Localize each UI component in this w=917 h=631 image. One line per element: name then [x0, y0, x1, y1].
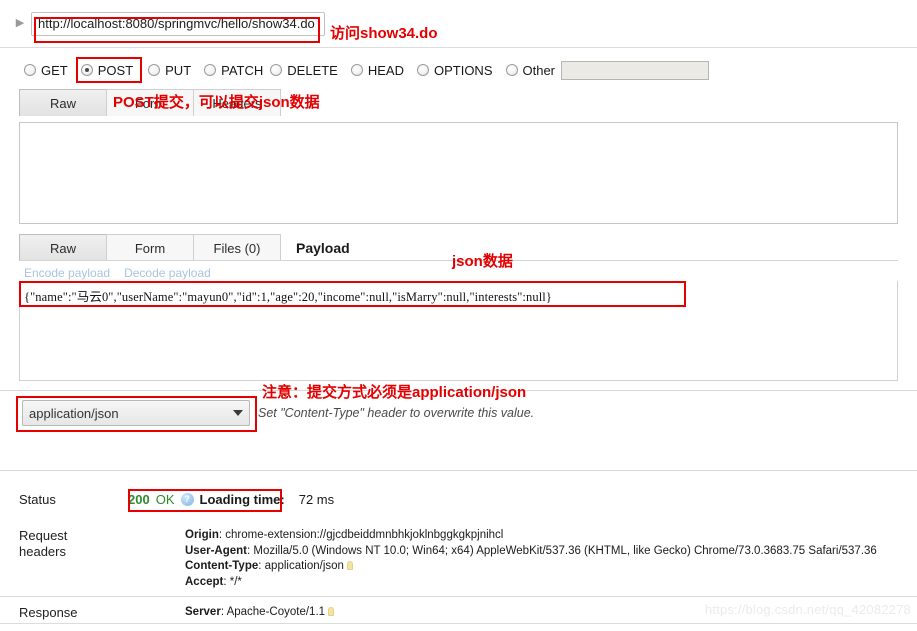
radio-icon: [350, 64, 363, 76]
annotation-content-type-note: 注意：提交方式必须是application/json: [262, 384, 527, 401]
annotation-json-note: json数据: [452, 253, 513, 270]
radio-icon: [270, 64, 283, 76]
radio-icon: [204, 64, 217, 76]
header-key: Content-Type: [185, 560, 259, 572]
payload-tab-files[interactable]: Files (0): [193, 234, 281, 261]
content-type-select[interactable]: application/json: [22, 400, 250, 426]
response-label: Response: [19, 605, 78, 620]
request-headers-label-line2: headers: [19, 544, 66, 559]
other-method-input[interactable]: [561, 60, 710, 80]
content-type-hint: Set "Content-Type" header to overwrite t…: [258, 406, 535, 420]
header-value: application/json: [264, 560, 344, 572]
method-radio-other[interactable]: Other: [505, 62, 556, 78]
status-text: OK: [155, 492, 175, 507]
method-radio-post[interactable]: POST: [80, 62, 134, 78]
method-radio-put[interactable]: PUT: [148, 63, 191, 78]
radio-icon: [24, 64, 36, 76]
response-header-key: Server: [185, 606, 221, 618]
method-label: OPTIONS: [433, 62, 493, 78]
header-row-user-agent: User-Agent: Mozilla/5.0 (Windows NT 10.0…: [185, 544, 877, 557]
header-value: */*: [229, 575, 242, 588]
rest-client-window: ▶ GET POST PUT PATCH DELETE HEAD: [0, 0, 917, 631]
content-type-value: application/json: [29, 405, 119, 421]
radio-icon-selected: [80, 64, 93, 76]
decode-payload-link[interactable]: Decode payload: [124, 266, 211, 280]
request-headers-label-line1: Request: [19, 528, 68, 543]
response-top-divider: [0, 596, 917, 597]
method-radio-head[interactable]: HEAD: [350, 62, 404, 78]
method-label: PATCH: [221, 62, 264, 78]
method-label: DELETE: [287, 62, 338, 78]
encode-payload-link[interactable]: Encode payload: [24, 266, 110, 280]
header-key: Accept: [185, 575, 224, 588]
bulb-icon[interactable]: [328, 607, 335, 616]
header-row-accept: Accept: */*: [185, 575, 242, 588]
annotation-post-note: POST提交，可以提交json数据: [113, 94, 320, 111]
header-value: chrome-extension://gjcdbeiddmnbhkjoklnbg…: [225, 529, 504, 541]
http-method-row: GET POST PUT PATCH DELETE HEAD OPTIONS O…: [0, 55, 917, 85]
help-icon[interactable]: ?: [180, 493, 194, 506]
header-row-content-type: Content-Type: application/json: [185, 559, 877, 575]
raw-body-textarea[interactable]: [19, 122, 898, 224]
method-label: Other: [522, 62, 556, 78]
response-header-value: Apache-Coyote/1.1: [226, 606, 326, 618]
radio-icon: [416, 64, 429, 76]
header-key: Origin: [185, 529, 219, 541]
payload-tab-form[interactable]: Form: [106, 234, 194, 261]
method-label: HEAD: [367, 62, 404, 78]
status-code: 200: [128, 492, 150, 507]
tab-raw[interactable]: Raw: [19, 89, 107, 116]
method-radio-delete[interactable]: DELETE: [270, 63, 338, 78]
radio-icon: [148, 64, 161, 76]
triangle-right-icon[interactable]: ▶: [9, 18, 31, 29]
bottom-bar: [0, 623, 917, 631]
annotation-url-note: 访问show34.do: [330, 25, 438, 42]
url-input[interactable]: [31, 11, 325, 36]
status-label: Status: [19, 492, 56, 507]
url-row: ▶: [0, 0, 917, 48]
payload-encoding-links: Encode payload Decode payload: [24, 266, 211, 280]
method-radio-get[interactable]: GET: [24, 63, 68, 78]
method-label: PUT: [165, 62, 192, 78]
method-label: POST: [97, 62, 134, 78]
result-top-divider: [0, 470, 917, 471]
request-headers-list: Origin: chrome-extension://gjcdbeiddmnbh…: [185, 528, 877, 590]
response-header-row: Server: Apache-Coyote/1.1: [185, 606, 335, 618]
payload-section-title: Payload: [296, 240, 350, 256]
chevron-down-icon: [233, 410, 243, 416]
payload-tab-raw[interactable]: Raw: [19, 234, 107, 261]
method-radio-patch[interactable]: PATCH: [204, 63, 263, 78]
bulb-icon[interactable]: [346, 561, 353, 570]
method-label: GET: [41, 62, 68, 78]
loading-time-value: 72 ms: [298, 492, 335, 507]
watermark: https://blog.csdn.net/qq_42082278: [704, 602, 911, 617]
header-row-origin: Origin: chrome-extension://gjcdbeiddmnbh…: [185, 529, 504, 541]
method-radio-options[interactable]: OPTIONS: [416, 62, 493, 78]
status-line: 200 OK ? Loading time: 72 ms: [128, 492, 334, 507]
payload-json-text: {"name":"马云0","userName":"mayun0","id":1…: [24, 290, 552, 304]
payload-tabs: Raw Form Files (0): [19, 234, 281, 261]
header-key: User-Agent: [185, 544, 247, 557]
loading-time-label: Loading time:: [199, 492, 285, 507]
header-value: Mozilla/5.0 (Windows NT 10.0; Win64; x64…: [253, 544, 877, 557]
radio-icon: [505, 64, 518, 76]
